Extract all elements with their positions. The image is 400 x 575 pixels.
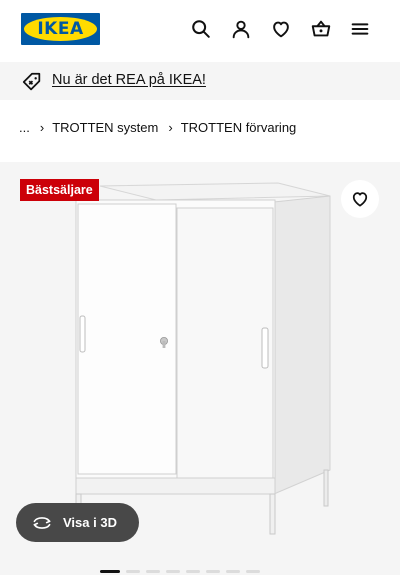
- breadcrumb-ellipsis[interactable]: ...: [19, 120, 30, 135]
- pagination-dot[interactable]: [126, 570, 140, 573]
- pagination-dot[interactable]: [246, 570, 260, 573]
- chevron-right-icon: ›: [168, 119, 173, 135]
- breadcrumb: ... › TROTTEN system › TROTTEN förvaring: [19, 118, 296, 136]
- pagination-dot[interactable]: [226, 570, 240, 573]
- heart-icon: [352, 192, 368, 207]
- product-image: [75, 182, 331, 535]
- account-icon[interactable]: [228, 16, 254, 42]
- chevron-right-icon: ›: [39, 119, 45, 135]
- promo-link[interactable]: Nu är det REA på IKEA!: [52, 72, 206, 88]
- pagination-dot[interactable]: [166, 570, 180, 573]
- view-in-3d-label: Visa i 3D: [63, 515, 117, 530]
- pagination-dot[interactable]: [100, 570, 120, 573]
- promo-banner: Nu är det REA på IKEA!: [0, 62, 400, 100]
- ikea-logo[interactable]: IKEA: [21, 13, 100, 45]
- pagination-dot[interactable]: [146, 570, 160, 573]
- add-to-favourites-button[interactable]: [341, 180, 379, 218]
- rotate-3d-icon: [33, 516, 51, 529]
- image-pagination: [100, 570, 300, 575]
- bestseller-badge: Bästsäljare: [20, 179, 99, 201]
- view-in-3d-button[interactable]: Visa i 3D: [16, 503, 139, 542]
- logo-oval: IKEA: [24, 17, 97, 41]
- breadcrumb-item-trotten-forvaring[interactable]: TROTTEN förvaring: [181, 120, 297, 135]
- logo-text: IKEA: [37, 19, 84, 39]
- pagination-dot[interactable]: [186, 570, 200, 573]
- cart-icon[interactable]: [308, 16, 334, 42]
- top-header: IKEA: [0, 0, 400, 62]
- menu-icon[interactable]: [347, 16, 373, 42]
- search-icon[interactable]: [188, 16, 214, 42]
- price-tag-icon: [22, 72, 41, 91]
- pagination-dot[interactable]: [206, 570, 220, 573]
- favourites-icon[interactable]: [268, 16, 294, 42]
- breadcrumb-item-trotten-system[interactable]: TROTTEN system: [52, 120, 158, 135]
